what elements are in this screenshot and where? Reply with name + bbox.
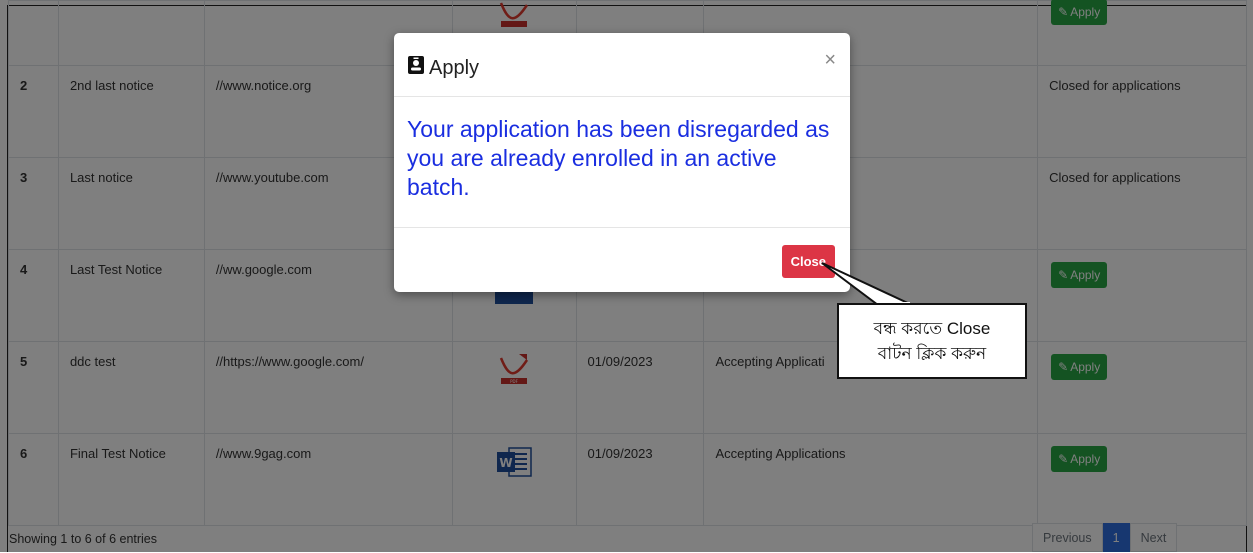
modal-title-text: Apply — [429, 56, 480, 79]
close-button[interactable]: Close — [781, 245, 835, 278]
modal-footer: Close — [394, 228, 850, 310]
instruction-callout: বন্ধ করতে Close বাটন ক্লিক করুন — [837, 303, 1027, 379]
modal-title: Apply — [407, 55, 479, 81]
modal-header: Apply × — [394, 33, 850, 97]
close-icon[interactable]: × — [824, 49, 836, 72]
callout-line-2: বাটন ক্লিক করুন — [877, 344, 987, 363]
id-card-icon — [407, 55, 425, 81]
apply-modal: Apply × Your application has been disreg… — [394, 33, 850, 292]
callout-line-1: বন্ধ করতে Close — [873, 319, 991, 338]
modal-message: Your application has been disregarded as… — [394, 97, 850, 228]
